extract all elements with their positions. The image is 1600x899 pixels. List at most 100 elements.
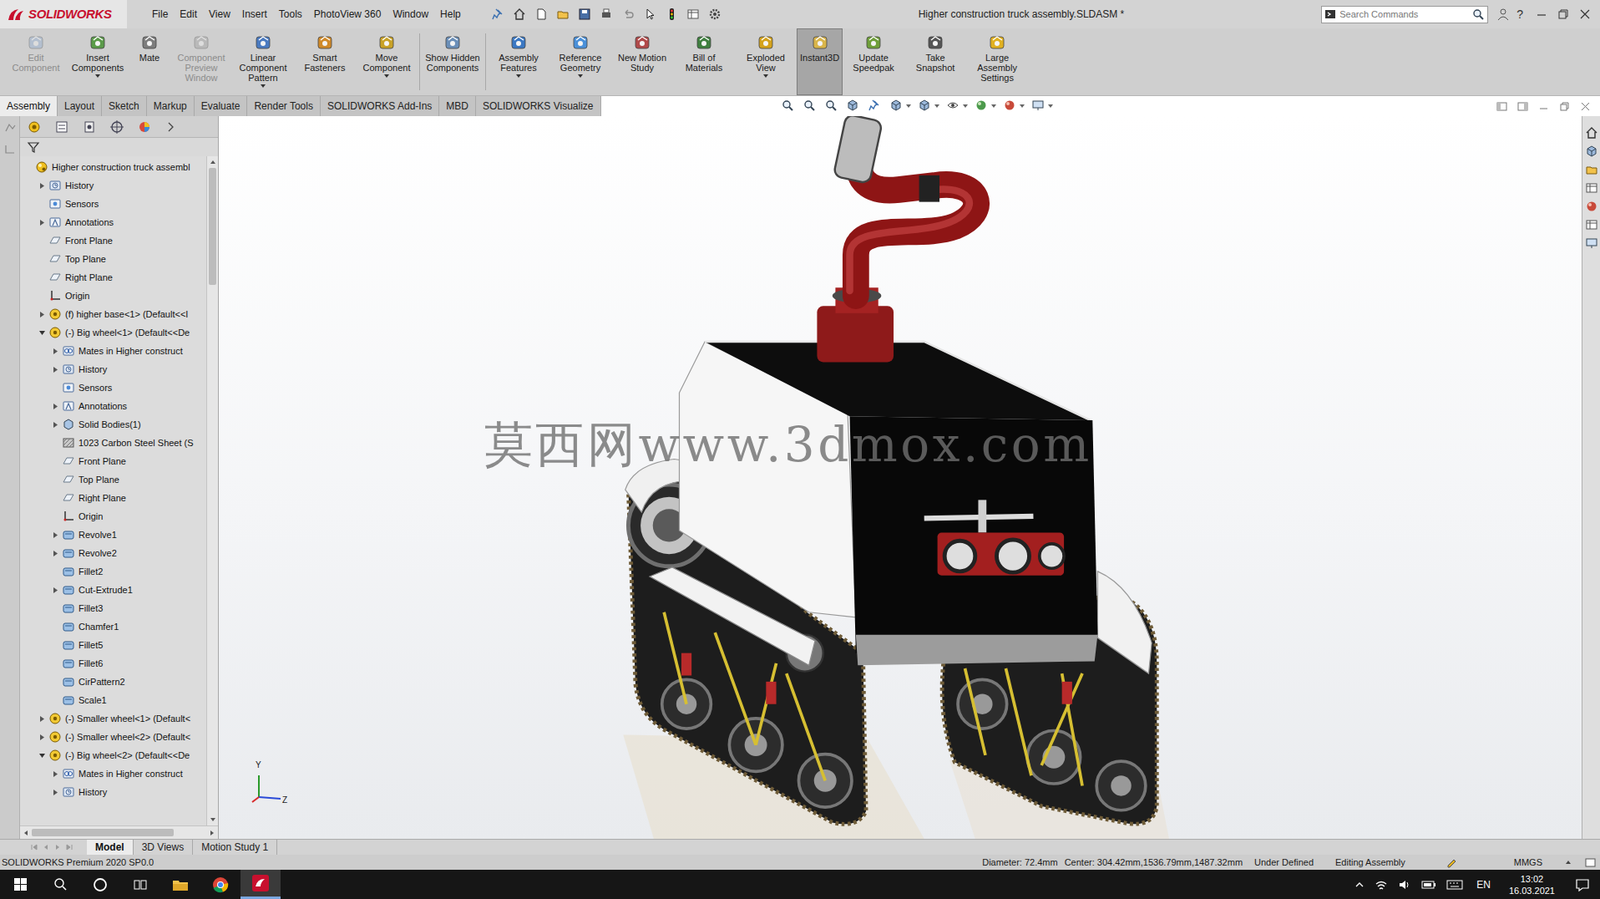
plane-node-icon[interactable] (61, 472, 76, 487)
tree-node[interactable]: Origin (20, 286, 207, 305)
tree-toggle[interactable] (50, 547, 61, 558)
tree-node[interactable]: Front Plane (20, 451, 207, 471)
ribbon-button[interactable]: Exploded View (734, 28, 797, 96)
command-tab[interactable]: Layout (57, 96, 102, 117)
command-icon[interactable] (926, 32, 945, 51)
apply-scene-icon[interactable] (1002, 98, 1018, 114)
ribbon-button[interactable]: Mate (128, 28, 171, 96)
ribbon-button[interactable]: Large Assembly Settings (966, 28, 1028, 96)
ribbon-button[interactable]: Reference Geometry (549, 28, 612, 96)
command-icon[interactable] (88, 32, 107, 51)
tree-node[interactable]: Revolve2 (20, 543, 207, 563)
chrome-icon[interactable] (200, 875, 241, 893)
command-tab[interactable]: Sketch (101, 96, 147, 117)
zoom-to-fit-icon[interactable] (780, 98, 796, 114)
view-triad[interactable]: YZ (238, 759, 289, 811)
section-view-icon[interactable] (845, 98, 861, 114)
tree-node[interactable]: Annotations (20, 396, 207, 416)
tree-toggle[interactable] (50, 768, 61, 779)
dropdown-caret-icon[interactable] (1019, 104, 1025, 108)
command-icon[interactable] (26, 32, 46, 51)
model-tab[interactable]: Model (86, 839, 134, 855)
tree-toggle[interactable] (50, 419, 61, 430)
expanded-triangle-icon[interactable] (38, 329, 46, 337)
ribbon-button[interactable]: Show Hidden Components (421, 28, 484, 96)
undo-icon[interactable] (621, 7, 635, 21)
command-icon[interactable] (140, 32, 159, 51)
tree-toggle[interactable] (36, 731, 47, 742)
tree-toggle[interactable] (36, 308, 47, 319)
display-manager-icon[interactable] (136, 119, 152, 135)
show-hidden-icons-chevron-icon[interactable] (1354, 879, 1365, 890)
ds-logo-icon[interactable] (6, 6, 26, 22)
collapsed-triangle-icon[interactable] (51, 365, 60, 374)
collapsed-triangle-icon[interactable] (38, 310, 46, 319)
tree-toggle[interactable] (50, 529, 61, 540)
more-tabs-chevron-icon[interactable] (164, 120, 177, 134)
zoom-area-icon[interactable] (802, 98, 818, 114)
ribbon-button[interactable]: Instant3D (796, 28, 843, 96)
ribbon-button[interactable]: Bill of Materials (673, 28, 735, 96)
material-node-icon[interactable] (61, 435, 76, 450)
next-tab-icon[interactable] (53, 842, 62, 851)
menu-item[interactable]: Edit (179, 6, 198, 22)
design-library-icon[interactable] (1584, 144, 1599, 158)
feature-node-icon[interactable] (61, 601, 76, 615)
mates-node-icon[interactable] (61, 766, 76, 780)
command-icon[interactable] (509, 32, 528, 51)
plane-node-icon[interactable] (48, 270, 62, 284)
search-mode-icon[interactable] (1324, 8, 1337, 21)
command-icon[interactable] (864, 32, 883, 51)
plane-node-icon[interactable] (61, 491, 76, 505)
tree-node[interactable]: Chamfer1 (20, 617, 207, 636)
viewport-close-icon[interactable] (1579, 100, 1592, 113)
feature-node-icon[interactable] (61, 674, 76, 689)
app-logo[interactable]: SOLIDWORKS (0, 0, 127, 29)
home-icon[interactable] (512, 7, 527, 21)
history-node-icon[interactable] (61, 362, 76, 376)
filter-icon[interactable] (26, 140, 41, 154)
dropdown-caret-icon[interactable] (991, 104, 997, 108)
tile-right-icon[interactable] (1516, 100, 1530, 113)
tree-node[interactable]: Sensors (20, 378, 207, 397)
status-options-icon[interactable] (1584, 855, 1597, 869)
feature-node-icon[interactable] (61, 619, 76, 633)
view-palette-icon[interactable] (1584, 181, 1599, 195)
scroll-down-icon[interactable] (208, 815, 218, 824)
feature-node-icon[interactable] (61, 693, 76, 707)
tree-node[interactable]: Right Plane (20, 268, 207, 287)
tree-node[interactable]: Fillet2 (20, 562, 207, 581)
tree-toggle[interactable] (50, 400, 61, 411)
new-document-icon[interactable] (534, 7, 548, 21)
collapsed-triangle-icon[interactable] (51, 420, 60, 429)
tree-node[interactable]: Top Plane (20, 249, 207, 269)
history-node-icon[interactable] (48, 178, 62, 193)
view-orientation-icon[interactable] (889, 98, 905, 114)
command-icon[interactable] (192, 32, 211, 51)
notifications-icon[interactable] (1574, 876, 1590, 892)
tree-node[interactable]: Fillet5 (20, 635, 207, 654)
bodies-node-icon[interactable] (61, 417, 76, 431)
tree-node[interactable]: Mates in Higher construct (20, 341, 207, 360)
tree-node[interactable]: Sensors (20, 194, 207, 213)
options-gear-icon[interactable] (708, 7, 722, 21)
assembly-node-icon[interactable] (35, 160, 49, 174)
tree-horizontal-scrollbar[interactable] (20, 825, 218, 839)
tree-node[interactable]: (-) Smaller wheel<2> (Default< (20, 727, 207, 746)
ribbon-button[interactable]: Move Component (355, 28, 418, 96)
collapsed-triangle-icon[interactable] (51, 531, 60, 539)
part-node-icon[interactable] (48, 325, 62, 340)
scroll-left-icon[interactable] (21, 828, 31, 837)
feature-node-icon[interactable] (61, 527, 76, 542)
part-node-icon[interactable] (48, 711, 62, 725)
volume-icon[interactable] (1397, 877, 1412, 892)
tree-toggle[interactable] (50, 584, 61, 595)
dropdown-arrow-icon[interactable] (95, 74, 101, 78)
dropdown-caret-icon[interactable] (1048, 104, 1054, 108)
tree-node[interactable]: Revolve1 (20, 525, 207, 544)
scrollbar-thumb[interactable] (208, 167, 217, 285)
ribbon-button[interactable]: Update Speedpak (842, 28, 905, 96)
tree-node[interactable]: Cut-Extrude1 (20, 580, 207, 599)
first-tab-icon[interactable] (30, 842, 39, 851)
plane-node-icon[interactable] (48, 233, 62, 248)
